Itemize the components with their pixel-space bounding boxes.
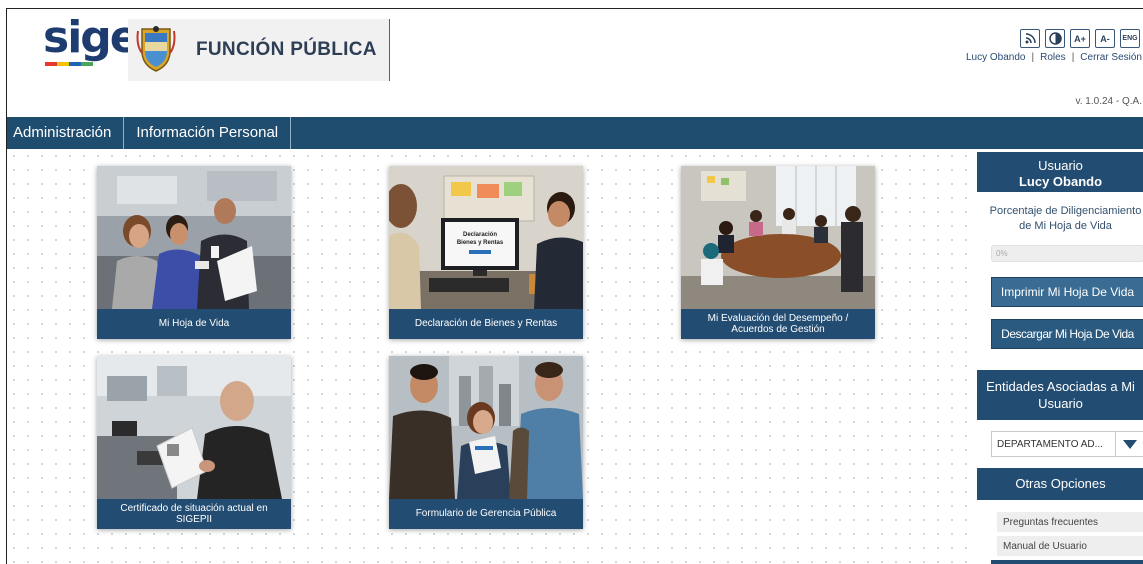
user-panel-title: Usuario <box>1038 158 1083 173</box>
separator: | <box>1071 52 1075 63</box>
sidebar-next-header <box>991 560 1143 564</box>
brand-name: FUNCIÓN PÚBLICA <box>196 39 377 60</box>
svg-text:Declaración: Declaración <box>463 232 497 238</box>
font-decrease-button[interactable]: A- <box>1095 29 1115 48</box>
sidebar: Usuario Lucy Obando Porcentaje de Dilige… <box>977 152 1143 564</box>
meeting-room-photo <box>681 166 875 309</box>
card-label: Formulario de Gerencia Pública <box>389 499 583 529</box>
rss-icon[interactable] <box>1020 29 1040 48</box>
card-label: Certificado de situación actual en SIGEP… <box>97 499 291 529</box>
card-label: Mi Hoja de Vida <box>97 309 291 339</box>
download-cv-button[interactable]: Descargar Mi Hoja De Vida <box>991 319 1143 349</box>
language-button[interactable]: ENG <box>1120 29 1140 48</box>
other-options-header: Otras Opciones <box>977 468 1143 500</box>
contrast-icon[interactable] <box>1045 29 1065 48</box>
card-formulario-gerencia[interactable]: Formulario de Gerencia Pública <box>389 356 583 529</box>
entity-select-value: DEPARTAMENTO AD... <box>997 438 1103 450</box>
coat-of-arms-icon <box>136 26 176 72</box>
user-panel-name: Lucy Obando <box>1018 174 1103 189</box>
faq-link[interactable]: Preguntas frecuentes <box>997 512 1143 533</box>
progress-label: Porcentaje de Diligenciamiento de Mi Hoj… <box>989 205 1142 232</box>
user-links: Lucy Obando | Roles | Cerrar Sesión <box>966 52 1142 63</box>
main-nav: Administración Información Personal <box>7 117 1143 149</box>
progress-bar: 0% <box>991 245 1143 262</box>
svg-text:Bienes y Rentas: Bienes y Rentas <box>457 240 504 246</box>
font-increase-button[interactable]: A+ <box>1070 29 1090 48</box>
nav-item-informacion-personal[interactable]: Información Personal <box>124 117 292 149</box>
nav-item-administracion[interactable]: Administración <box>7 117 125 149</box>
separator: | <box>1031 52 1035 63</box>
accessibility-tools: A+ A- ENG <box>1020 29 1140 48</box>
chevron-down-icon[interactable] <box>1115 432 1143 456</box>
print-cv-button[interactable]: Imprimir Mi Hoja De Vida <box>991 277 1143 307</box>
computer-desk-photo: Declaración Bienes y Rentas <box>389 166 583 309</box>
entity-select[interactable]: DEPARTAMENTO AD... <box>991 431 1143 457</box>
version-label: v. 1.0.24 - Q.A. <box>1075 96 1142 107</box>
roles-link[interactable]: Roles <box>1040 52 1066 63</box>
card-certificado-situacion[interactable]: Certificado de situación actual en SIGEP… <box>97 356 291 529</box>
office-team-photo <box>97 166 291 309</box>
logo-stripes <box>45 62 93 66</box>
user-manual-link[interactable]: Manual de Usuario <box>997 536 1143 557</box>
card-mi-hoja-de-vida[interactable]: Mi Hoja de Vida <box>97 166 291 339</box>
card-declaracion-bienes-rentas[interactable]: Declaración Bienes y Rentas Declaración … <box>389 166 583 339</box>
funcion-publica-brand: FUNCIÓN PÚBLICA <box>128 19 390 81</box>
man-reading-photo <box>97 356 291 499</box>
progress-text: 0% <box>996 249 1008 258</box>
user-panel-header: Usuario Lucy Obando <box>977 152 1143 192</box>
card-label: Mi Evaluación del Desempeño / Acuerdos d… <box>681 309 875 339</box>
dashboard-grid: Mi Hoja de Vida Declaración Bienes y Ren… <box>7 149 973 564</box>
card-mi-evaluacion-desempeno[interactable]: Mi Evaluación del Desempeño / Acuerdos d… <box>681 166 875 339</box>
app-window: sigepII FUNCIÓN PÚBLICA <box>6 8 1143 564</box>
entities-header: Entidades Asociadas a Mi Usuario <box>977 370 1143 420</box>
logout-link[interactable]: Cerrar Sesión <box>1080 52 1142 63</box>
card-label: Declaración de Bienes y Rentas <box>389 309 583 339</box>
three-people-photo <box>389 356 583 499</box>
user-name-link[interactable]: Lucy Obando <box>966 52 1026 63</box>
header: sigepII FUNCIÓN PÚBLICA <box>7 9 1143 116</box>
